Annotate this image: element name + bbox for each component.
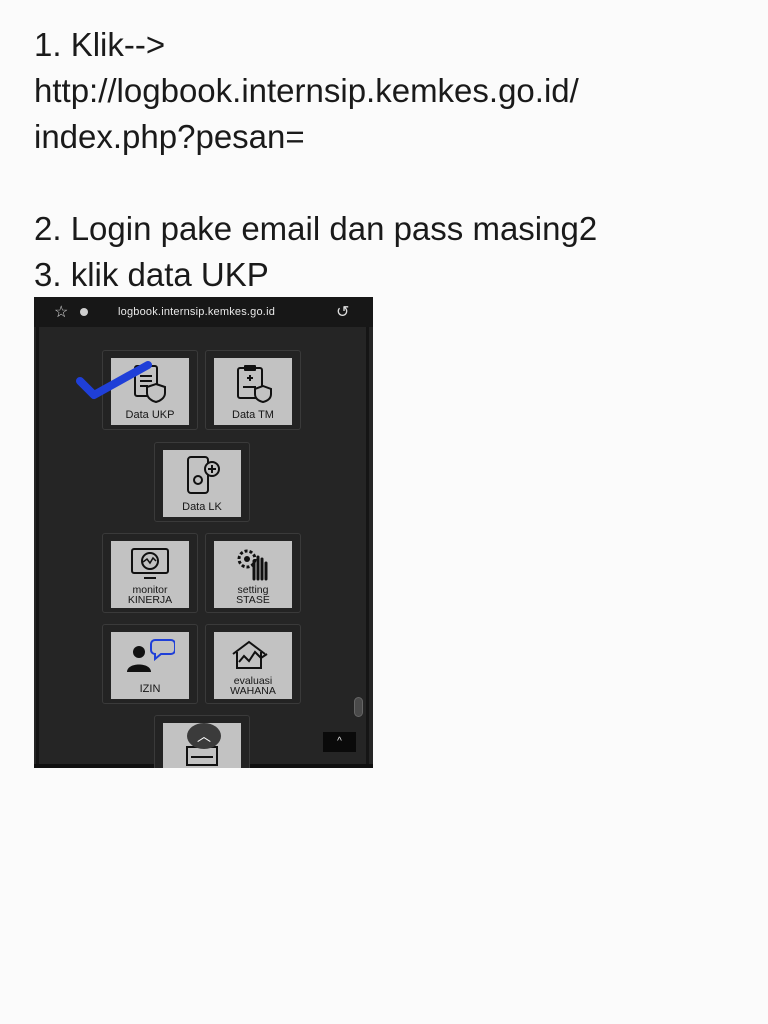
checkmark-icon xyxy=(76,361,152,399)
tile-label: monitor KINERJA xyxy=(127,584,173,606)
tile-izin[interactable]: IZIN xyxy=(102,624,198,704)
monitor-chart-icon xyxy=(131,548,169,579)
step-3-text: 3. klik data UKP xyxy=(34,256,269,293)
tile-label: Data LK xyxy=(182,501,222,513)
reload-icon[interactable]: ↺ xyxy=(336,302,349,322)
tile-label: evaluasi WAHANA xyxy=(230,675,276,697)
tile-setting-stase[interactable]: setting STASE xyxy=(205,533,301,613)
tile-data-lk[interactable]: Data LK xyxy=(154,442,250,522)
clipboard-shield-icon xyxy=(237,365,272,404)
tile-label: setting STASE xyxy=(236,584,270,606)
house-chart-icon xyxy=(232,640,268,669)
person-chat-icon xyxy=(127,639,175,672)
phone-plus-icon xyxy=(187,456,220,494)
tile-label: Data TM xyxy=(232,409,274,421)
scrollbar-handle[interactable] xyxy=(354,697,363,717)
browser-address-bar[interactable]: ☆ logbook.internsip.kemkes.go.id ↺ xyxy=(34,297,373,327)
tile-data-tm[interactable]: Data TM xyxy=(205,350,301,430)
step-1-url-continued[interactable]: index.php?pesan= xyxy=(34,114,754,160)
embedded-phone-screenshot: ☆ logbook.internsip.kemkes.go.id ↺ Data … xyxy=(34,297,373,768)
tile-label: IZIN xyxy=(139,683,161,695)
info-icon[interactable] xyxy=(80,308,88,316)
star-icon[interactable]: ☆ xyxy=(54,302,68,322)
step-1-url[interactable]: http://logbook.internsip.kemkes.go.id/ xyxy=(34,68,754,114)
tile-evaluasi-wahana[interactable]: evaluasi WAHANA xyxy=(205,624,301,704)
tile-label: Data UKP xyxy=(125,409,175,421)
chevron-up-icon[interactable]: ︿ xyxy=(187,723,221,749)
address-url[interactable]: logbook.internsip.kemkes.go.id xyxy=(118,306,275,318)
instruction-text: 1. Klik--> http://logbook.internsip.kemk… xyxy=(34,22,754,298)
step-1-text: 1. Klik--> xyxy=(34,26,166,63)
gear-hand-icon xyxy=(237,549,268,581)
step-2-text: 2. Login pake email dan pass masing2 xyxy=(34,210,598,247)
back-to-top-button[interactable]: ^ xyxy=(323,732,356,752)
tile-monitor-kinerja[interactable]: monitor KINERJA xyxy=(102,533,198,613)
